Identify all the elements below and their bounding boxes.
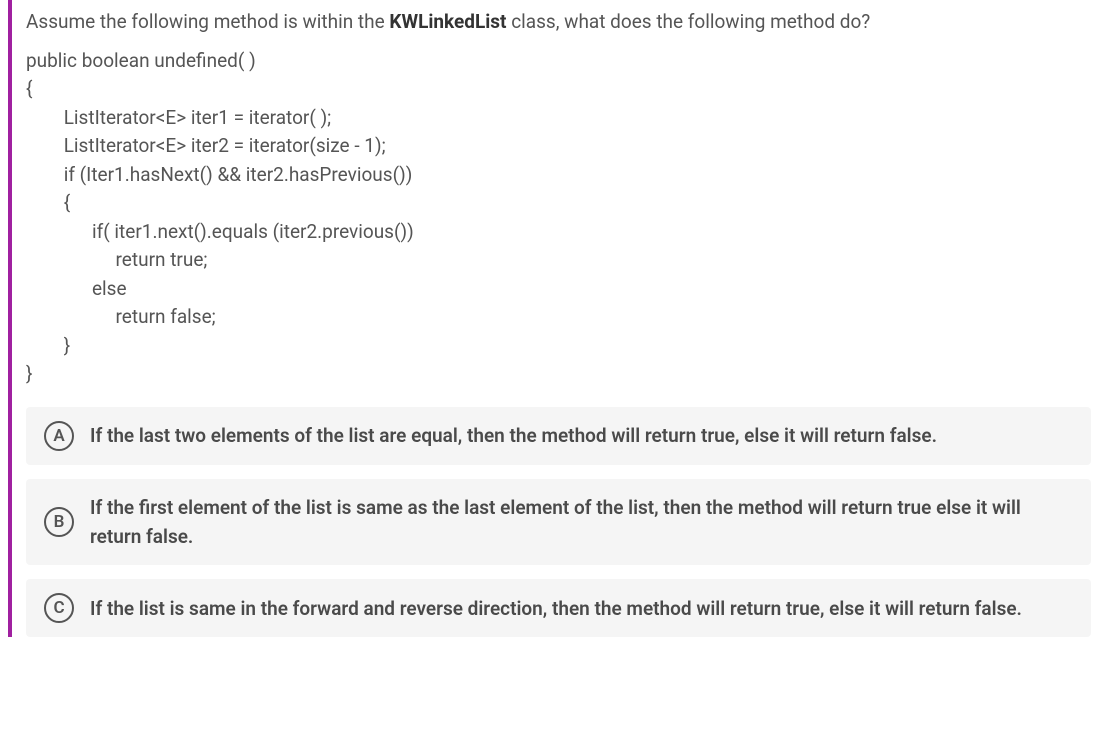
question-container: Assume the following method is within th… [8,0,1105,637]
question-prompt: Assume the following method is within th… [12,8,1105,47]
question-intro-after: class, what does the following method do… [506,10,870,33]
option-a[interactable]: A If the last two elements of the list ar… [26,407,1091,465]
option-letter-a: A [44,421,74,451]
option-b[interactable]: B If the first element of the list is sam… [26,479,1091,566]
option-letter-b: B [44,507,74,537]
option-text-b: If the first element of the list is same… [90,493,1073,552]
code-block: public boolean undefined( ) { ListIterat… [12,47,1105,399]
option-text-a: If the last two elements of the list are… [90,421,937,450]
option-text-c: If the list is same in the forward and r… [90,594,1022,623]
question-intro-before: Assume the following method is within th… [26,10,389,33]
option-c[interactable]: C If the list is same in the forward and … [26,579,1091,637]
options-container: A If the last two elements of the list ar… [12,399,1105,638]
option-letter-c: C [44,593,74,623]
question-bold-class: KWLinkedList [389,10,506,33]
